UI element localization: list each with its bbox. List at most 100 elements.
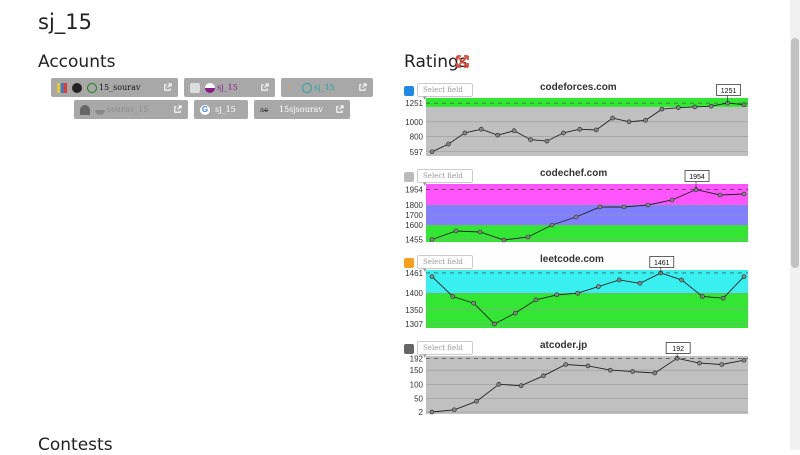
data-point[interactable]: [700, 294, 705, 299]
data-point[interactable]: [541, 373, 546, 379]
data-point[interactable]: [549, 222, 555, 228]
avatar: [72, 82, 82, 93]
data-point[interactable]: [528, 137, 533, 142]
y-tick-label: 1461: [405, 269, 423, 278]
data-point[interactable]: [496, 381, 502, 387]
data-point[interactable]: [597, 204, 603, 210]
data-point[interactable]: [577, 126, 583, 132]
data-point[interactable]: [596, 284, 601, 289]
data-point[interactable]: [616, 277, 622, 283]
account-leetcode[interactable]: ‹ sj_15: [281, 78, 373, 97]
data-point[interactable]: [637, 280, 643, 286]
data-point[interactable]: [492, 321, 497, 327]
data-point[interactable]: [741, 102, 747, 107]
data-point[interactable]: [533, 297, 539, 303]
leetcode-icon: ‹: [287, 82, 291, 93]
y-tick-label: 150: [410, 366, 424, 375]
y-tick-label: 1954: [405, 186, 423, 195]
data-point[interactable]: [477, 229, 483, 235]
account-codechef[interactable]: sj_15: [184, 78, 275, 97]
data-point[interactable]: [643, 118, 648, 123]
data-point[interactable]: [720, 295, 726, 301]
data-point[interactable]: [471, 300, 476, 306]
data-point[interactable]: [717, 192, 723, 198]
data-point[interactable]: [697, 360, 702, 366]
data-point[interactable]: [512, 310, 518, 316]
account-atcoder[interactable]: sourav_15: [74, 100, 188, 119]
y-tick-label: 1700: [405, 211, 423, 220]
scrollbar-thumb[interactable]: [791, 38, 799, 268]
external-link-icon[interactable]: [173, 105, 182, 114]
account-codeforces[interactable]: 15_sourav: [51, 78, 178, 97]
data-point[interactable]: [610, 115, 615, 121]
data-point[interactable]: [679, 277, 684, 283]
data-point[interactable]: [518, 383, 524, 389]
data-point[interactable]: [429, 149, 435, 155]
data-point[interactable]: [719, 362, 725, 367]
data-point[interactable]: [645, 202, 651, 208]
rating-band: [426, 293, 748, 328]
data-point[interactable]: [652, 370, 658, 376]
data-point[interactable]: [563, 362, 569, 367]
data-point[interactable]: [741, 191, 747, 197]
data-point[interactable]: [450, 294, 456, 299]
data-point[interactable]: [561, 130, 566, 136]
account-other[interactable]: ac 15sjsourav: [254, 100, 350, 119]
data-point[interactable]: [630, 369, 635, 374]
data-point[interactable]: [593, 127, 599, 133]
data-point[interactable]: [676, 105, 681, 110]
y-tick-label: 1400: [405, 289, 423, 298]
data-point[interactable]: [446, 141, 451, 147]
external-link-icon[interactable]: [260, 83, 269, 92]
data-point[interactable]: [692, 104, 698, 110]
data-point[interactable]: [478, 126, 484, 132]
external-link-icon[interactable]: [358, 83, 367, 92]
ac-icon: ac: [260, 105, 269, 114]
data-point[interactable]: [474, 398, 479, 404]
y-tick-label: 2: [419, 408, 424, 416]
data-point[interactable]: [708, 103, 714, 109]
data-point[interactable]: [462, 130, 468, 136]
y-tick-label: 1350: [405, 306, 423, 315]
rating-band: [426, 106, 748, 156]
data-point[interactable]: [626, 119, 632, 125]
data-point[interactable]: [501, 237, 507, 243]
accounts-heading: Accounts: [38, 52, 116, 72]
y-tick-label: 192: [410, 354, 424, 363]
data-point[interactable]: [511, 128, 517, 134]
account-label: sj_15: [215, 105, 236, 114]
account-label: 15sjsourav: [279, 105, 323, 114]
data-point[interactable]: [741, 357, 747, 363]
data-point[interactable]: [453, 228, 459, 234]
account-google[interactable]: G sj_15: [194, 100, 248, 119]
data-point[interactable]: [607, 367, 613, 373]
y-tick-label: 50: [414, 394, 423, 403]
data-point[interactable]: [575, 290, 580, 296]
half-circle-icon: [302, 82, 312, 93]
data-point[interactable]: [525, 234, 531, 240]
data-point[interactable]: [659, 106, 665, 112]
data-point[interactable]: [741, 274, 747, 279]
external-link-icon[interactable]: [335, 105, 344, 114]
account-label: sj_15: [314, 83, 335, 92]
data-point[interactable]: [429, 237, 435, 242]
scrollbar[interactable]: [790, 0, 800, 450]
data-point[interactable]: [429, 274, 435, 279]
svg-text:192: 192: [672, 346, 684, 353]
fullscreen-icon[interactable]: [455, 54, 470, 69]
page-title: sj_15: [38, 10, 92, 34]
data-point[interactable]: [495, 132, 500, 138]
data-point[interactable]: [573, 214, 579, 220]
data-point[interactable]: [429, 409, 435, 415]
data-point[interactable]: [621, 204, 627, 210]
data-point[interactable]: [585, 363, 591, 369]
data-point[interactable]: [554, 292, 560, 298]
external-link-icon[interactable]: [163, 83, 172, 92]
y-tick-label: 1600: [405, 221, 423, 230]
y-tick-label: 800: [410, 133, 424, 142]
data-point[interactable]: [669, 197, 675, 203]
y-tick-label: 1251: [405, 99, 423, 108]
data-point[interactable]: [451, 407, 457, 413]
half-circle-icon: [205, 82, 215, 93]
data-point[interactable]: [544, 138, 550, 144]
